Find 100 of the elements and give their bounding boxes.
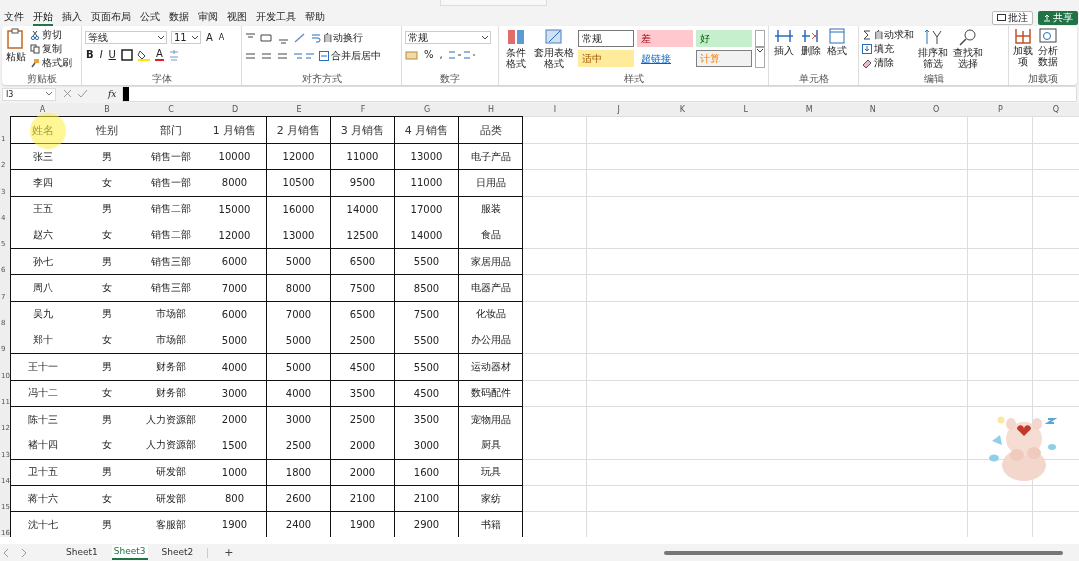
sheet-tab[interactable]: Sheet3 — [111, 545, 148, 560]
analyze-data-button[interactable]: 分析数据 — [1037, 28, 1059, 67]
column-header[interactable]: L — [714, 103, 778, 116]
table-cell: 女 — [75, 274, 139, 301]
column-header[interactable]: P — [968, 103, 1033, 116]
table-cell: 财务部 — [139, 379, 203, 406]
font-name-field[interactable]: 等线 — [85, 31, 167, 44]
addins-button[interactable]: 加载项 — [1012, 28, 1034, 67]
wrap-text-button[interactable]: 自动换行 — [311, 31, 363, 44]
menu-tab[interactable]: 开发工具 — [256, 9, 296, 26]
menu-tab[interactable]: 数据 — [169, 9, 189, 26]
menu-tab[interactable]: 插入 — [62, 9, 82, 26]
add-sheet-button[interactable]: + — [220, 546, 238, 559]
menu-tab[interactable]: 页面布局 — [91, 9, 131, 26]
menu-tab[interactable]: 文件 — [4, 9, 24, 26]
table-cell: 8500 — [395, 274, 459, 301]
column-heading: 部门 — [139, 116, 203, 143]
column-header[interactable]: G — [395, 103, 459, 116]
table-cell: 李四 — [10, 169, 75, 196]
delete-button[interactable]: 删除 — [799, 28, 823, 56]
group-label: 单元格 — [798, 73, 829, 85]
formula-input[interactable] — [122, 86, 1077, 102]
format-painter-button[interactable]: 格式刷 — [30, 56, 72, 69]
column-header[interactable]: K — [650, 103, 714, 116]
font-size-field[interactable]: 11 — [171, 31, 201, 44]
empty-cell — [968, 195, 1033, 222]
menu-tab[interactable]: 公式 — [140, 9, 160, 26]
column-header[interactable]: M — [777, 103, 841, 116]
table-cell: 运动器材 — [459, 353, 523, 380]
insert-button[interactable]: 插入 — [772, 28, 796, 56]
font-color-button[interactable]: A — [154, 49, 164, 61]
column-header[interactable]: I — [523, 103, 587, 116]
sort-filter-button[interactable]: 排序和筛选 — [917, 28, 949, 69]
table-cell: 沈十七 — [10, 511, 75, 538]
italic-button[interactable]: I — [98, 49, 104, 61]
shrink-font-button[interactable]: A — [217, 31, 226, 44]
table-cell: 4500 — [395, 379, 459, 406]
cell-style[interactable]: 差 — [637, 30, 693, 47]
table-cell: 7000 — [203, 274, 267, 301]
column-header[interactable]: C — [139, 103, 203, 116]
table-cell: 4000 — [267, 379, 331, 406]
fill-button[interactable]: 填充 — [862, 42, 914, 55]
insert-function-button[interactable]: fx — [108, 89, 117, 99]
table-cell: 研发部 — [139, 484, 203, 512]
cell-style[interactable]: 常规 — [578, 30, 634, 47]
table-cell: 女 — [75, 484, 139, 512]
share-button[interactable]: 共享 — [1038, 10, 1078, 25]
cut-button[interactable]: 剪切 — [30, 28, 72, 41]
column-header[interactable]: N — [841, 103, 905, 116]
table-cell: 3500 — [331, 379, 395, 406]
column-header[interactable]: J — [587, 103, 651, 116]
comma-button[interactable]: , — [438, 49, 444, 61]
find-select-button[interactable]: 查找和选择 — [952, 28, 984, 69]
sheet-tab[interactable]: Sheet1 — [64, 546, 100, 559]
menu-tab[interactable]: 视图 — [227, 9, 247, 26]
menu-tab[interactable]: 帮助 — [305, 9, 325, 26]
autosum-button[interactable]: 自动求和 — [862, 28, 914, 41]
sheet-tab[interactable]: Sheet2 — [159, 546, 196, 559]
copy-button[interactable]: 复制 — [30, 42, 72, 55]
column-header[interactable]: D — [203, 103, 267, 116]
grow-font-button[interactable]: A — [205, 31, 214, 44]
indent-icon — [293, 50, 315, 61]
table-cell: 男 — [75, 353, 139, 380]
number-format-field[interactable]: 常规 — [405, 31, 491, 44]
column-header[interactable]: Q — [1033, 103, 1079, 116]
conditional-format-button[interactable]: 条件格式 — [502, 28, 530, 69]
bold-button[interactable]: B — [85, 49, 95, 61]
column-header[interactable]: H — [459, 103, 523, 116]
empty-cell — [968, 169, 1033, 196]
share-icon — [1043, 13, 1051, 22]
column-header[interactable]: A — [10, 103, 75, 116]
table-cell: 男 — [75, 300, 139, 328]
column-header[interactable]: F — [331, 103, 395, 116]
table-cell: 2500 — [331, 405, 395, 433]
vertical-align-icon — [245, 31, 289, 44]
format-button[interactable]: 格式 — [826, 28, 848, 56]
table-cell: 销售三部 — [139, 248, 203, 275]
name-box[interactable]: I3 — [2, 87, 56, 101]
merge-center-button[interactable]: 合并后居中 — [319, 49, 381, 62]
caret-icon — [192, 35, 198, 40]
table-cell: 12000 — [203, 221, 267, 249]
table-cell: 6500 — [331, 300, 395, 328]
comments-button[interactable]: 批注 — [992, 10, 1033, 25]
cell-style[interactable]: 适中 — [578, 50, 634, 67]
column-header[interactable]: B — [75, 103, 139, 116]
search-field[interactable] — [440, 0, 547, 6]
menu-tab[interactable]: 审阅 — [198, 9, 218, 26]
paste-button[interactable]: 粘贴 — [5, 28, 27, 62]
table-cell: 8000 — [267, 274, 331, 301]
underline-button[interactable]: U — [107, 49, 117, 61]
cell-style[interactable]: 好 — [696, 30, 752, 47]
table-cell: 郑十 — [10, 327, 75, 354]
empty-cell — [968, 248, 1033, 275]
percent-button[interactable]: % — [423, 49, 435, 61]
table-cell: 男 — [75, 143, 139, 170]
clear-button[interactable]: 清除 — [862, 56, 914, 69]
column-header[interactable]: E — [267, 103, 331, 116]
format-as-table-button[interactable]: 套用表格格式 — [533, 28, 575, 69]
column-header[interactable]: O — [904, 103, 968, 116]
more-styles-button[interactable] — [755, 30, 765, 68]
